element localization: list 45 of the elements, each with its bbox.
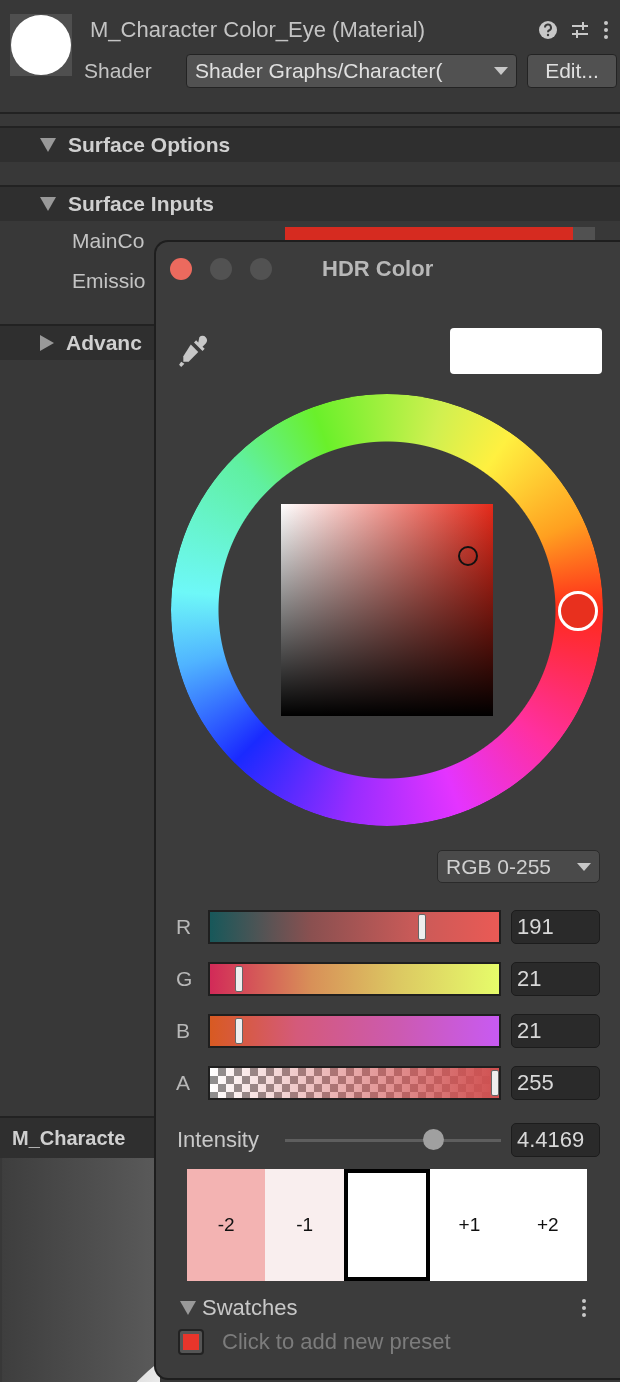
value-field[interactable]: 4.4169 <box>511 1123 600 1157</box>
exposure-swatch[interactable] <box>343 1169 431 1281</box>
slider-handle[interactable] <box>235 966 244 992</box>
exposure-swatch[interactable]: -1 <box>265 1169 344 1281</box>
channel-label: B <box>176 1019 191 1043</box>
channel-slider[interactable] <box>208 1014 501 1048</box>
shader-label: Shader <box>84 59 153 83</box>
value-field[interactable]: 21 <box>511 1014 600 1048</box>
material-title: M_Character Color_Eye (Material) <box>90 17 425 43</box>
saturation-value-square[interactable] <box>281 504 493 716</box>
slider-handle[interactable] <box>491 1070 499 1096</box>
more-icon[interactable] <box>580 1298 588 1318</box>
section-header[interactable]: Surface Options <box>0 128 620 162</box>
value-field[interactable]: 255 <box>511 1066 600 1100</box>
swatches-header[interactable]: Swatches <box>180 1295 298 1321</box>
intensity-label: Intensity <box>177 1127 260 1153</box>
close-button[interactable] <box>170 258 192 280</box>
exposure-swatch[interactable]: +1 <box>430 1169 509 1281</box>
channel-slider[interactable] <box>208 910 501 944</box>
section-header[interactable]: Surface Inputs <box>0 187 620 221</box>
property-label: MainCo <box>72 229 146 253</box>
shader-dropdown[interactable]: Shader Graphs/Character( <box>186 54 517 88</box>
channel-label: A <box>176 1071 191 1095</box>
exposure-swatch[interactable]: -2 <box>187 1169 266 1281</box>
exposure-swatch[interactable]: +2 <box>508 1169 588 1281</box>
eyedropper-icon[interactable] <box>178 335 210 367</box>
value-field[interactable]: 191 <box>511 910 600 944</box>
channel-label: G <box>176 967 194 991</box>
more-icon[interactable] <box>602 20 610 40</box>
settings-sliders-icon[interactable] <box>570 20 590 40</box>
edit-button[interactable]: Edit... <box>527 54 617 88</box>
color-marker <box>458 546 478 566</box>
channel-slider[interactable] <box>208 1066 501 1100</box>
channel-label: R <box>176 915 193 939</box>
slider-handle[interactable] <box>235 1018 244 1044</box>
mode-dropdown[interactable]: RGB 0-255 <box>437 850 600 883</box>
help-icon[interactable] <box>538 20 558 40</box>
slider-handle[interactable] <box>417 914 426 940</box>
material-thumbnail <box>10 14 72 76</box>
window-title: HDR Color <box>322 256 434 282</box>
value-field[interactable]: 21 <box>511 962 600 996</box>
channel-slider[interactable] <box>208 962 501 996</box>
property-label: Emissio <box>72 269 147 293</box>
preset-swatch[interactable] <box>178 1329 204 1355</box>
slider-handle[interactable] <box>423 1129 445 1150</box>
